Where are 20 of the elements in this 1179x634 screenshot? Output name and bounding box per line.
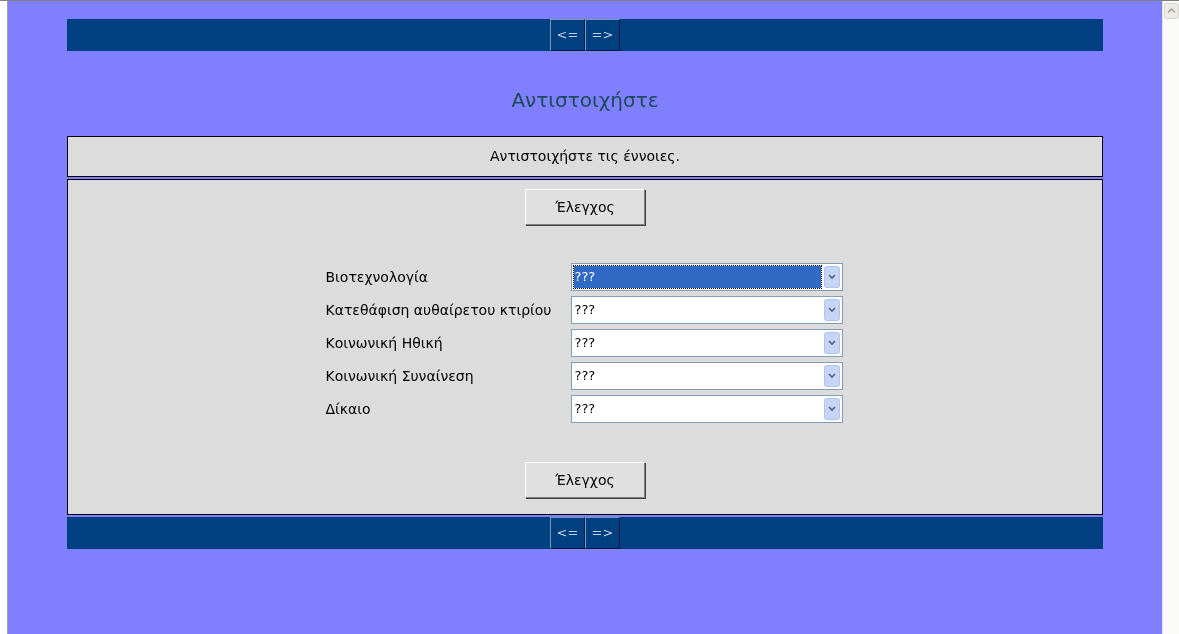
instruction-text: Αντιστοιχήστε τις έννοιες. bbox=[67, 136, 1103, 177]
nav-button[interactable]: <= bbox=[550, 19, 585, 51]
concept-label: Δίκαιο bbox=[325, 399, 372, 419]
answer-dropdown[interactable]: ??? bbox=[570, 329, 843, 357]
concept-label: Κοινωνική Ηθική bbox=[325, 333, 444, 353]
nav-button[interactable]: => bbox=[585, 517, 620, 549]
check-button[interactable]: Έλεγχος bbox=[525, 462, 645, 498]
answer-dropdown[interactable]: ??? bbox=[570, 263, 843, 291]
check-button[interactable]: Έλεγχος bbox=[525, 189, 645, 225]
scroll-up-icon[interactable] bbox=[1163, 3, 1179, 19]
scrollbar[interactable] bbox=[1162, 1, 1179, 634]
concept-label: Κατεθάφιση αυθαίρετου κτιρίου bbox=[325, 300, 553, 320]
answer-dropdown[interactable]: ??? bbox=[570, 362, 843, 390]
answer-dropdown[interactable]: ??? bbox=[570, 395, 843, 423]
concept-label: Κοινωνική Συναίνεση bbox=[325, 366, 475, 386]
answer-dropdown[interactable]: ??? bbox=[570, 296, 843, 324]
nav-button[interactable]: <= bbox=[550, 517, 585, 549]
nav-button[interactable]: => bbox=[585, 19, 620, 51]
page-title: Αντιστοιχήστε bbox=[511, 87, 659, 114]
concept-label: Βιοτεχνολογία bbox=[325, 267, 429, 287]
